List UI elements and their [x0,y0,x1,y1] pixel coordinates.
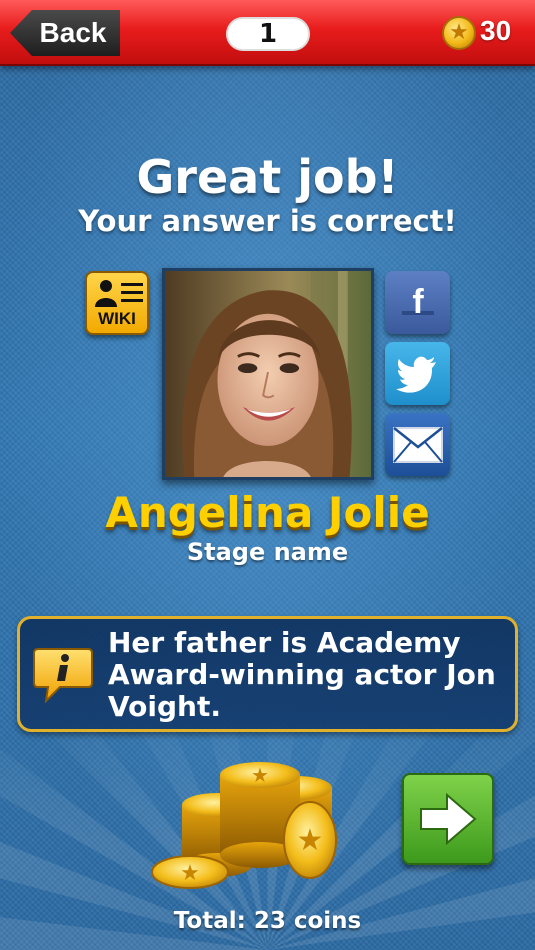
wiki-lines-icon [121,283,143,307]
coin-star-icon: ★ [442,16,476,50]
result-subtitle: Your answer is correct! [78,204,457,238]
total-coins-text: Total: 23 coins [173,908,362,934]
level-indicator: 1 [226,17,310,51]
facebook-icon: f [401,283,434,321]
top-bar: Back 1 ★ 30 [0,0,535,66]
wiki-label: WIKI [98,309,136,328]
twitter-bird-icon [395,356,436,393]
wiki-button[interactable]: WIKI [85,271,149,335]
level-number: 1 [258,19,278,49]
back-button[interactable]: Back [10,10,120,56]
fact-panel: Her father is Academy Award-winning acto… [17,616,518,732]
facebook-share-button[interactable]: f [385,271,450,334]
coin-pile-icon: ★ ★ ★ [151,762,337,889]
celebrity-name: Angelina Jolie [105,488,430,537]
svg-text:★: ★ [180,861,200,886]
fact-text: Her father is Academy Award-winning acto… [108,626,496,723]
coin-balance: 30 [480,15,512,46]
mail-envelope-icon [392,426,443,463]
info-bubble-icon [33,648,93,703]
celebrity-photo [162,268,374,480]
celebrity-portrait-image [165,271,371,477]
svg-text:★: ★ [297,823,324,858]
result-title: Great job! [136,150,399,204]
arrow-right-icon [420,793,477,845]
back-button-label: Back [39,17,107,48]
name-type-label: Stage name [186,538,349,566]
twitter-share-button[interactable] [385,342,450,405]
email-share-button[interactable] [385,413,450,476]
next-button[interactable] [402,773,494,865]
svg-text:★: ★ [251,763,269,787]
wiki-contact-card-icon [95,280,117,307]
svg-text:f: f [412,283,424,321]
